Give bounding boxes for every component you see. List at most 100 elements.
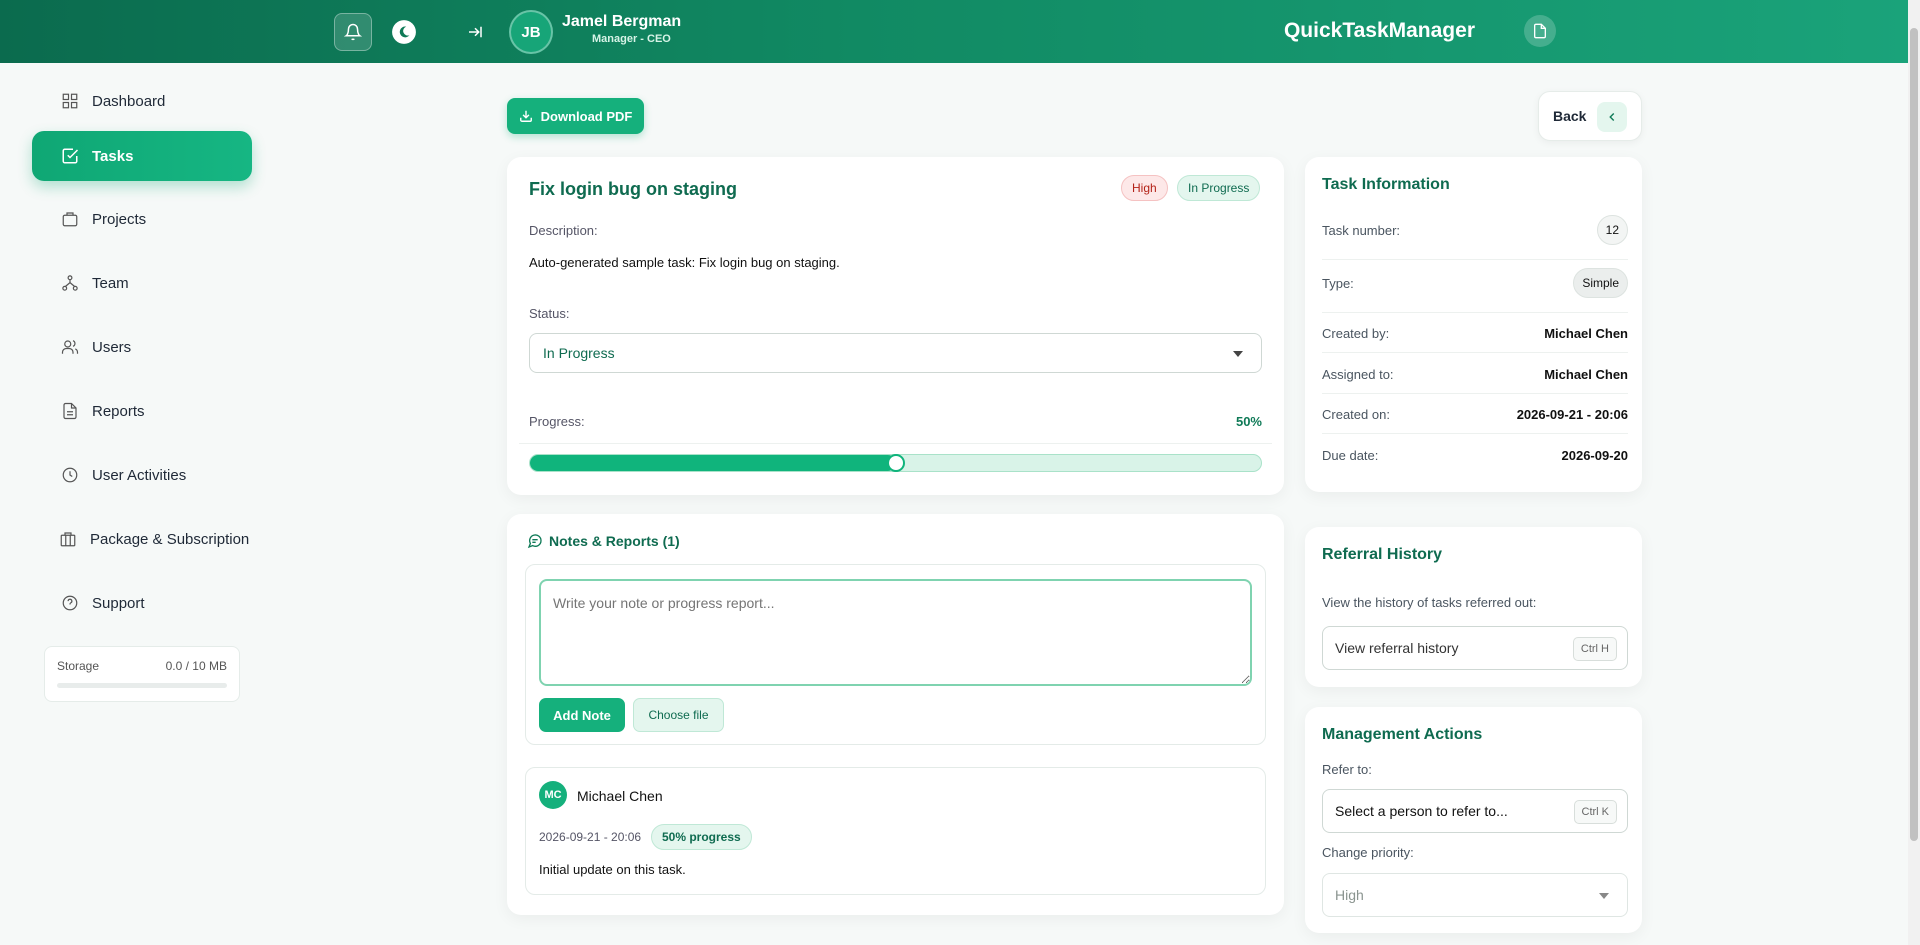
sidebar-item-package-subscription[interactable]: Package & Subscription xyxy=(32,514,252,564)
priority-badge: High xyxy=(1121,175,1168,201)
storage-label: Storage xyxy=(57,659,100,673)
status-select-value: In Progress xyxy=(543,345,615,361)
sidebar-item-label: Users xyxy=(92,338,132,356)
info-key: Assigned to: xyxy=(1322,366,1394,382)
collapse-sidebar-button[interactable] xyxy=(456,13,494,51)
back-button[interactable]: Back xyxy=(1538,91,1642,141)
user-name: Jamel Bergman xyxy=(562,13,682,30)
progress-fill xyxy=(530,455,896,471)
sidebar-item-users[interactable]: Users xyxy=(32,322,252,372)
info-row-type: Type: Simple xyxy=(1322,268,1628,298)
choose-file-button[interactable]: Choose file xyxy=(633,698,724,732)
info-row-created-on: Created on: 2026-09-21 - 20:06 xyxy=(1322,402,1628,426)
progress-slider-handle[interactable] xyxy=(886,454,905,472)
sidebar-item-user-activities[interactable]: User Activities xyxy=(32,450,252,500)
user-role: Manager - CEO xyxy=(592,33,671,45)
refer-to-label: Refer to: xyxy=(1322,762,1372,777)
users-icon xyxy=(60,337,80,357)
sidebar-item-label: User Activities xyxy=(92,466,187,484)
user-avatar[interactable]: JB xyxy=(509,10,553,54)
view-referral-history-button[interactable]: View referral history Ctrl H xyxy=(1322,626,1628,670)
note-text: Initial update on this task. xyxy=(539,862,686,877)
shortcut-hint: Ctrl H xyxy=(1572,637,1617,661)
notes-title: Notes & Reports (1) xyxy=(549,533,680,549)
description-label: Description: xyxy=(529,223,598,238)
referral-history-subtitle: View the history of tasks referred out: xyxy=(1322,595,1537,610)
info-key: Due date: xyxy=(1322,447,1379,463)
divider xyxy=(1322,259,1628,260)
change-priority-label: Change priority: xyxy=(1322,845,1414,860)
page-scrollbar[interactable] xyxy=(1908,0,1920,945)
task-description: Auto-generated sample task: Fix login bu… xyxy=(529,255,840,270)
info-row-task-number: Task number: 12 xyxy=(1322,215,1628,245)
sidebar-item-dashboard[interactable]: Dashboard xyxy=(32,76,252,126)
refer-to-placeholder: Select a person to refer to... xyxy=(1335,803,1508,819)
note-author: Michael Chen xyxy=(577,788,663,804)
download-pdf-label: Download PDF xyxy=(540,108,633,124)
back-label: Back xyxy=(1553,108,1587,124)
briefcase-icon xyxy=(60,209,80,229)
divider xyxy=(1322,393,1628,394)
sidebar-item-projects[interactable]: Projects xyxy=(32,194,252,244)
chevron-left-icon xyxy=(1597,102,1627,132)
sidebar-item-label: Package & Subscription xyxy=(90,530,250,548)
sidebar-item-tasks[interactable]: Tasks xyxy=(32,131,252,181)
package-icon xyxy=(58,529,78,549)
brand-document-button[interactable] xyxy=(1524,15,1556,47)
sidebar-item-team[interactable]: Team xyxy=(32,258,252,308)
priority-select-value: High xyxy=(1335,887,1364,903)
download-icon xyxy=(519,110,532,122)
message-icon xyxy=(527,534,542,549)
status-label: Status: xyxy=(529,306,570,321)
management-actions-card: Management Actions Refer to: Select a pe… xyxy=(1305,707,1642,933)
referral-history-card: Referral History View the history of tas… xyxy=(1305,527,1642,687)
task-detail-card: Fix login bug on staging High In Progres… xyxy=(507,157,1284,495)
status-badge: In Progress xyxy=(1177,175,1261,201)
type-value: Simple xyxy=(1573,268,1628,298)
note-item: MC Michael Chen 2026-09-21 - 20:06 50% p… xyxy=(525,767,1266,895)
sidebar-item-reports[interactable]: Reports xyxy=(32,386,252,436)
referral-history-title: Referral History xyxy=(1322,546,1443,563)
clock-icon xyxy=(60,465,80,485)
info-key: Created by: xyxy=(1322,325,1390,341)
sidebar-item-label: Dashboard xyxy=(92,92,166,110)
divider xyxy=(1322,312,1628,313)
progress-slider[interactable] xyxy=(529,454,1262,472)
notifications-button[interactable] xyxy=(334,13,372,51)
status-select[interactable]: In Progress xyxy=(529,333,1262,373)
storage-value: 0.0 / 10 MB xyxy=(165,659,227,673)
info-row-due-date: Due date: 2026-09-20 xyxy=(1322,443,1628,467)
divider xyxy=(1322,433,1628,434)
info-row-created-by: Created by: Michael Chen xyxy=(1322,321,1628,345)
add-note-button[interactable]: Add Note xyxy=(539,698,625,732)
storage-widget: Storage 0.0 / 10 MB xyxy=(44,646,240,702)
theme-toggle-button[interactable] xyxy=(385,13,423,51)
task-title: Fix login bug on staging xyxy=(529,179,737,199)
notes-card: Notes & Reports (1) Add Note Choose file… xyxy=(507,514,1284,915)
refer-to-select[interactable]: Select a person to refer to... Ctrl K xyxy=(1322,789,1628,833)
scrollbar-thumb[interactable] xyxy=(1910,28,1918,841)
task-information-title: Task Information xyxy=(1322,176,1450,193)
top-header: JB Jamel Bergman Manager - CEO QuickTask… xyxy=(0,0,1908,63)
divider xyxy=(519,443,1272,444)
avatar: MC xyxy=(539,781,567,809)
task-information-card: Task Information Task number: 12 Type: S… xyxy=(1305,157,1642,492)
created-on-value: 2026-09-21 - 20:06 xyxy=(1516,406,1628,422)
info-key: Task number: xyxy=(1322,222,1401,238)
task-number-value: 12 xyxy=(1596,215,1628,245)
app-brand: QuickTaskManager xyxy=(1283,19,1475,42)
due-date-value: 2026-09-20 xyxy=(1561,447,1629,463)
shortcut-hint: Ctrl K xyxy=(1573,800,1617,824)
note-textarea[interactable] xyxy=(539,579,1252,686)
download-pdf-button[interactable]: Download PDF xyxy=(507,98,644,134)
sidebar-item-label: Team xyxy=(92,274,129,292)
priority-select[interactable]: High xyxy=(1322,873,1628,917)
notes-heading: Notes & Reports (1) xyxy=(527,533,680,549)
check-square-icon xyxy=(60,146,80,166)
divider xyxy=(1322,352,1628,353)
sidebar-item-label: Tasks xyxy=(92,147,134,165)
bell-icon xyxy=(344,23,362,41)
sidebar-item-support[interactable]: Support xyxy=(32,578,252,628)
moon-icon xyxy=(392,20,416,44)
collapse-sidebar-icon xyxy=(469,26,482,38)
